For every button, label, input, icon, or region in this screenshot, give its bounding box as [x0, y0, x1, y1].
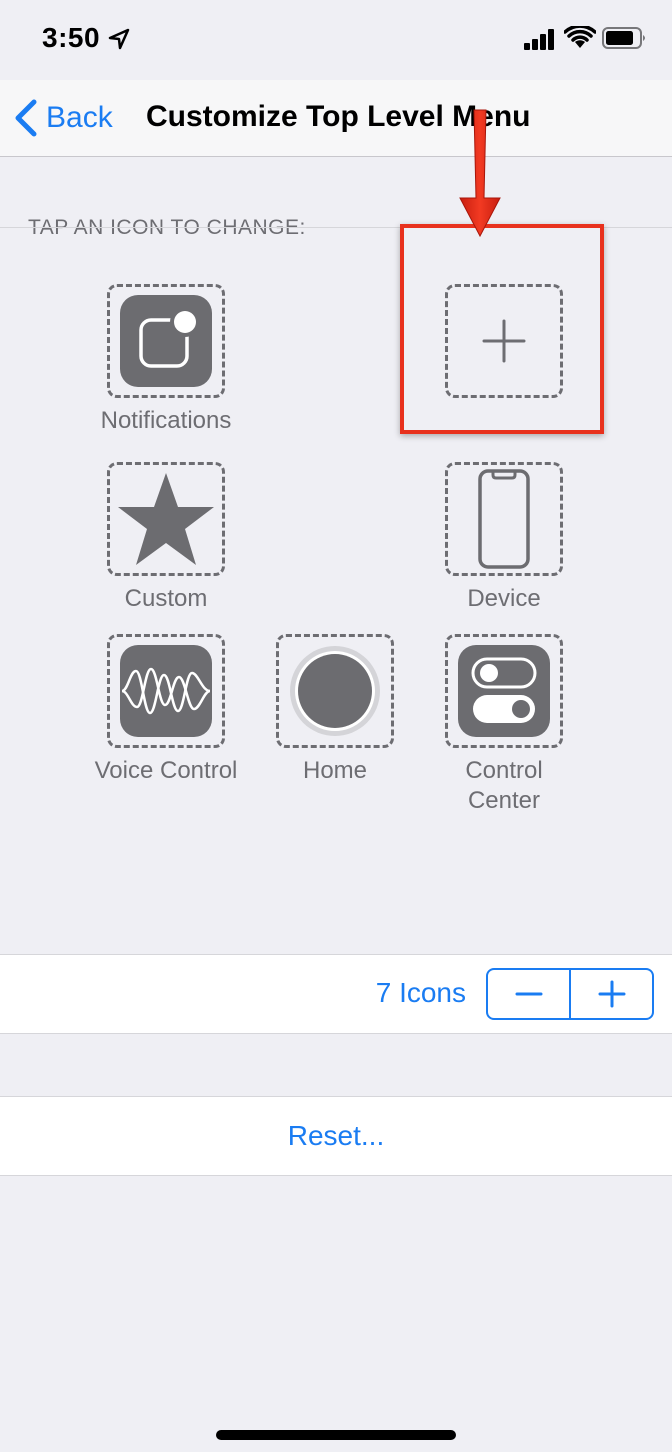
signal-icon [524, 29, 554, 50]
home-indicator[interactable] [216, 1430, 456, 1440]
back-button[interactable]: Back [12, 96, 113, 140]
back-label: Back [46, 101, 113, 134]
reset-label: Reset... [287, 1120, 385, 1151]
home-circle-icon [290, 646, 380, 736]
slot-home[interactable] [276, 634, 394, 748]
slot-custom[interactable] [107, 462, 225, 576]
slot-control-center[interactable] [445, 634, 563, 748]
screen: 3:50 Back Customize Top Level Menu TAP A… [0, 0, 672, 1452]
battery-icon [602, 27, 645, 49]
reset-button[interactable]: Reset... [0, 1096, 672, 1176]
waveform-icon [120, 645, 212, 737]
slot-voice-control[interactable] [107, 634, 225, 748]
section-header: TAP AN ICON TO CHANGE: [28, 216, 306, 239]
slot-label-voice-control: Voice Control [94, 757, 238, 784]
increment-button[interactable] [571, 970, 652, 1018]
status-bar: 3:50 [0, 0, 672, 80]
status-time: 3:50 [42, 22, 101, 53]
highlight-annotation-box [400, 224, 604, 434]
arrow-down-icon [459, 109, 501, 238]
notifications-icon [120, 295, 212, 387]
icon-count-label: 7 Icons [375, 977, 466, 1008]
slot-label-control-center: Control Center [465, 757, 543, 814]
device-icon [478, 469, 530, 569]
slot-label-home: Home [302, 757, 368, 784]
star-icon [118, 473, 214, 565]
slot-label-notifications: Notifications [100, 407, 232, 434]
slot-device[interactable] [445, 462, 563, 576]
location-icon [108, 28, 130, 50]
icon-count-stepper [486, 968, 654, 1020]
minus-icon [515, 992, 542, 996]
plus-icon [598, 980, 625, 1008]
icon-count-row: 7 Icons [0, 954, 672, 1034]
slot-label-custom: Custom [124, 585, 208, 612]
toggles-icon [458, 645, 550, 737]
slot-label-device: Device [467, 585, 541, 612]
slot-notifications[interactable] [107, 284, 225, 398]
wifi-icon [564, 26, 596, 48]
nav-bar: Back Customize Top Level Menu [0, 80, 672, 157]
chevron-left-icon [15, 99, 37, 137]
decrement-button[interactable] [488, 970, 569, 1018]
